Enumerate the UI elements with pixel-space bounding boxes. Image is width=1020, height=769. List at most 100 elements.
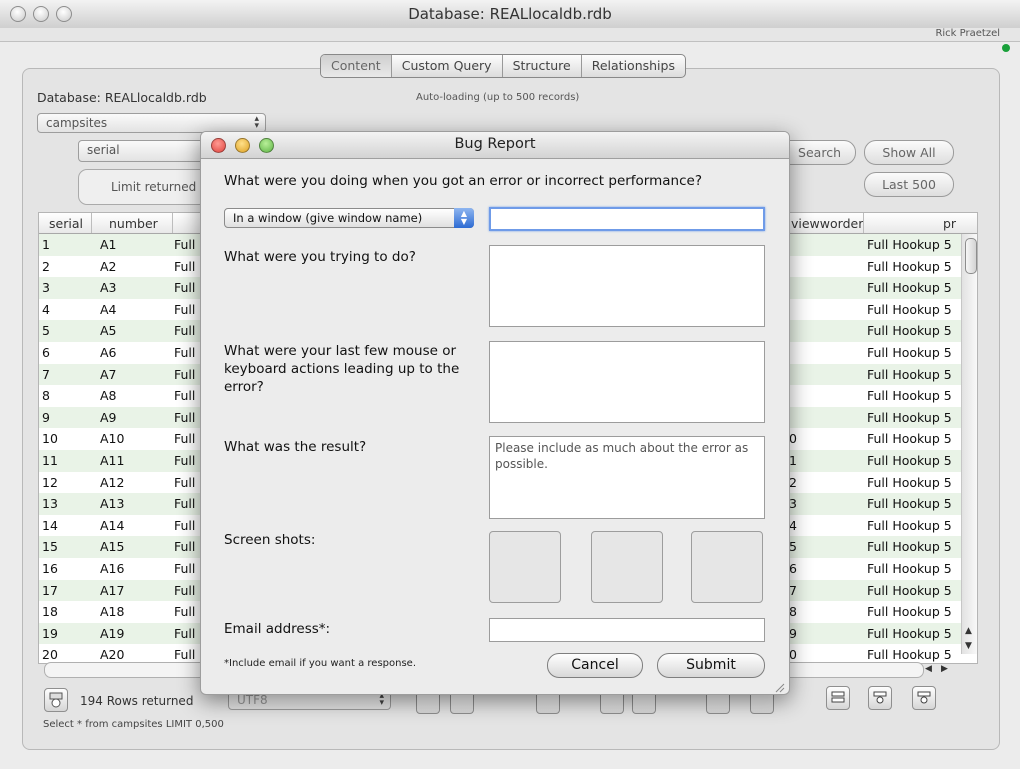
table-cell-number: A6	[100, 345, 117, 360]
table-cell-pr: Full Hookup 5	[867, 539, 952, 555]
table-cell-number: A1	[100, 237, 117, 252]
table-cell-serial: 3	[42, 280, 50, 296]
table-cell-number: A2	[100, 258, 117, 274]
tab-structure[interactable]: Structure	[503, 55, 582, 77]
table-cell-pr: Full Hookup 5	[867, 582, 952, 598]
table-cell-view: 8	[789, 604, 797, 620]
table-cell-pr: Full Hookup 5	[867, 258, 952, 274]
table-cell-serial: 17	[42, 582, 58, 598]
table-cell-c3: Full	[174, 366, 196, 382]
table-cell-serial: 8	[42, 388, 50, 404]
scroll-up-arrow-icon[interactable]: ▲	[965, 626, 972, 636]
tab-content[interactable]: Content	[321, 55, 392, 77]
submit-button[interactable]: Submit	[657, 653, 765, 678]
table-cell-number: A9	[100, 409, 117, 425]
table-cell-pr: Full Hookup 5	[867, 517, 952, 533]
database-refresh-icon[interactable]	[44, 688, 68, 712]
last-500-button[interactable]: Last 500	[864, 172, 954, 197]
result-textarea[interactable]: Please include as much about the error a…	[489, 436, 765, 519]
table-cell-serial: 7	[42, 366, 50, 382]
table-cell-view: 4	[789, 517, 797, 533]
table-cell-number: A20	[100, 647, 125, 663]
table-cell-pr: Full Hookup 5	[867, 431, 952, 447]
table-cell-view: 6	[789, 561, 797, 576]
table-cell-serial: 14	[42, 517, 58, 533]
cancel-button[interactable]: Cancel	[547, 653, 643, 678]
record-swap-icon[interactable]	[826, 686, 850, 710]
table-cell-pr: Full Hookup 5	[867, 453, 952, 468]
select-stepper-icon: ▲ ▼	[454, 208, 474, 228]
table-cell-c3: Full	[174, 431, 196, 447]
autoload-note: Auto-loading (up to 500 records)	[416, 92, 580, 103]
table-cell-pr: Full Hookup 5	[867, 604, 952, 620]
table-cell-view: 2	[789, 474, 797, 490]
table-cell-serial: 5	[42, 323, 50, 339]
field-select[interactable]: serial	[78, 140, 208, 162]
table-select[interactable]: campsites ▴ ▾	[37, 113, 266, 133]
table-cell-serial: 18	[42, 604, 58, 620]
table-cell-view: 3	[789, 496, 797, 512]
table-cell-number: A4	[100, 301, 117, 317]
screenshots-label: Screen shots:	[224, 532, 316, 548]
screenshot-slot[interactable]	[489, 531, 561, 603]
table-cell-c3: Full	[174, 345, 196, 360]
window-titlebar: Database: REALlocaldb.rdb	[0, 0, 1020, 29]
email-footnote: *Include email if you want a response.	[224, 658, 417, 669]
context-select[interactable]: In a window (give window name) ▲ ▼	[224, 208, 474, 228]
column-divider	[863, 213, 864, 233]
resize-grip-icon[interactable]	[773, 678, 785, 693]
email-label: Email address*:	[224, 621, 331, 637]
table-cell-number: A5	[100, 323, 117, 339]
table-cell-number: A11	[100, 453, 125, 468]
table-cell-number: A12	[100, 474, 125, 490]
trying-textarea[interactable]	[489, 245, 765, 327]
table-cell-number: A18	[100, 604, 125, 620]
column-header-serial[interactable]: serial	[49, 216, 83, 231]
table-cell-serial: 1	[42, 237, 50, 252]
question-trying: What were you trying to do?	[224, 249, 416, 265]
table-cell-view: 7	[789, 582, 797, 598]
table-cell-c3: Full	[174, 301, 196, 317]
table-cell-serial: 6	[42, 345, 50, 360]
column-header-number[interactable]: number	[109, 216, 158, 231]
table-cell-c3: Full	[174, 539, 196, 555]
scroll-left-arrow-icon[interactable]: ◀	[925, 664, 932, 674]
question-actions: What were your last few mouse or keyboar…	[224, 343, 460, 395]
scroll-down-arrow-icon[interactable]: ▼	[965, 641, 972, 651]
tab-custom-query[interactable]: Custom Query	[392, 55, 503, 77]
scroll-right-arrow-icon[interactable]: ▶	[941, 664, 948, 674]
tab-bar: Content Custom Query Structure Relations…	[320, 54, 686, 78]
table-cell-pr: Full Hookup 5	[867, 366, 952, 382]
show-all-button[interactable]: Show All	[864, 140, 954, 165]
question-doing: What were you doing when you got an erro…	[224, 173, 702, 189]
table-cell-number: A8	[100, 388, 117, 404]
vertical-scrollbar[interactable]: ▲ ▼	[961, 234, 977, 654]
table-cell-c3: Full	[174, 647, 196, 663]
limit-returned-box[interactable]: Limit returned	[78, 169, 208, 205]
table-cell-number: A16	[100, 561, 125, 576]
context-select-value: In a window (give window name)	[233, 211, 423, 225]
question-result: What was the result?	[224, 439, 367, 455]
email-input[interactable]	[489, 618, 765, 642]
table-cell-c3: Full	[174, 561, 196, 576]
column-divider	[91, 213, 92, 233]
table-cell-view: 1	[789, 453, 797, 468]
scroll-thumb[interactable]	[965, 238, 977, 274]
screenshot-slot[interactable]	[591, 531, 663, 603]
table-cell-serial: 13	[42, 496, 58, 512]
column-header-viewworder[interactable]: viewworder	[791, 216, 863, 231]
table-cell-view: 0	[789, 647, 797, 663]
rows-returned-count: 194 Rows returned	[80, 694, 194, 708]
table-cell-number: A17	[100, 582, 125, 598]
table-cell-number: A3	[100, 280, 117, 296]
column-header-pr[interactable]: pr	[943, 216, 956, 231]
window-name-input[interactable]	[489, 207, 765, 231]
screenshot-slot[interactable]	[691, 531, 763, 603]
table-cell-c3: Full	[174, 237, 196, 252]
actions-textarea[interactable]	[489, 341, 765, 423]
record-add-icon[interactable]	[868, 686, 892, 710]
table-cell-pr: Full Hookup 5	[867, 474, 952, 490]
tab-relationships[interactable]: Relationships	[582, 55, 685, 77]
table-cell-serial: 19	[42, 625, 58, 641]
record-delete-icon[interactable]	[912, 686, 936, 710]
